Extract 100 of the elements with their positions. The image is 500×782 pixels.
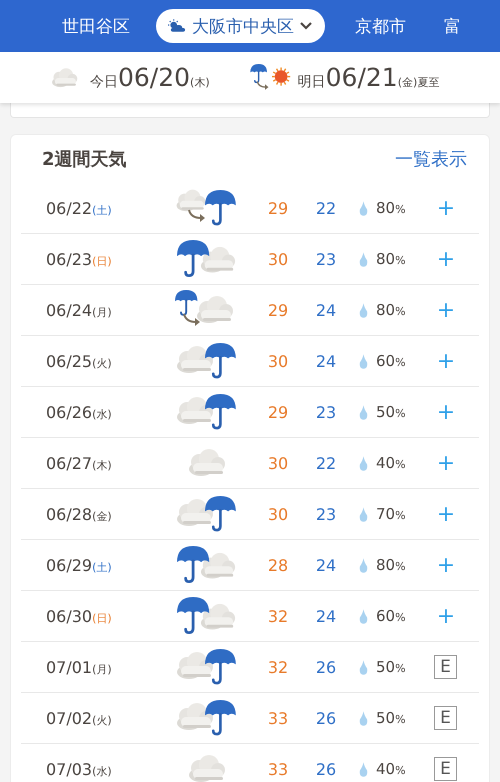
precip-chance: 80% bbox=[376, 250, 407, 268]
raindrop-icon bbox=[359, 302, 368, 318]
weekday-text: (金) bbox=[398, 75, 418, 90]
high-temp: 33 bbox=[266, 760, 290, 778]
low-temp: 23 bbox=[314, 504, 338, 524]
high-temp: 30 bbox=[266, 504, 290, 524]
date-text: 06/28 bbox=[46, 504, 92, 524]
low-temp: 22 bbox=[314, 198, 338, 218]
city-tab[interactable]: 京都市 bbox=[341, 9, 420, 43]
reliability-badge: E bbox=[434, 706, 457, 730]
expand-button[interactable]: + bbox=[434, 247, 458, 271]
cloud-umbrella-icon bbox=[175, 341, 237, 381]
weekday-text: (日) bbox=[92, 254, 112, 268]
day-label: 今日 bbox=[90, 73, 118, 91]
high-temp: 32 bbox=[266, 658, 290, 676]
list-view-link[interactable]: 一覧表示 bbox=[395, 147, 467, 171]
raindrop-icon bbox=[359, 200, 368, 216]
cloud-umbrella-icon bbox=[175, 494, 237, 534]
card-title: 2週間天気 bbox=[42, 148, 127, 171]
date-text: 06/20 bbox=[118, 63, 190, 92]
date-text: 06/21 bbox=[326, 63, 398, 92]
precip-chance: 50% bbox=[376, 709, 407, 727]
cloud-umbrella-icon bbox=[175, 392, 237, 432]
raindrop-icon bbox=[359, 506, 368, 522]
date-text: 06/22 bbox=[46, 198, 92, 218]
weekday-text: (金) bbox=[92, 508, 112, 524]
expand-button[interactable]: + bbox=[434, 502, 458, 526]
expand-button[interactable]: + bbox=[434, 451, 458, 475]
high-temp: 29 bbox=[266, 300, 290, 320]
raindrop-icon bbox=[359, 762, 368, 776]
expand-button[interactable]: + bbox=[434, 349, 458, 373]
low-temp: 24 bbox=[314, 300, 338, 320]
precip-chance: 70% bbox=[376, 505, 407, 523]
precip-chance: 60% bbox=[376, 607, 407, 625]
low-temp: 26 bbox=[314, 708, 338, 728]
low-temp: 24 bbox=[314, 556, 338, 574]
high-temp: 29 bbox=[266, 402, 290, 422]
date-text: 07/01 bbox=[46, 658, 92, 676]
raindrop-icon bbox=[359, 252, 368, 266]
high-temp: 33 bbox=[266, 708, 290, 728]
raindrop-icon bbox=[359, 354, 368, 368]
umbrella-cloud-icon bbox=[175, 239, 237, 279]
expand-button[interactable]: + bbox=[434, 400, 458, 424]
expand-button[interactable]: + bbox=[434, 553, 458, 577]
date-text: 06/23 bbox=[46, 250, 92, 268]
date-text: 06/25 bbox=[46, 352, 92, 370]
high-temp: 32 bbox=[266, 606, 290, 626]
holiday-text: 夏至 bbox=[417, 75, 440, 90]
expand-button[interactable]: + bbox=[434, 604, 458, 628]
raindrop-icon bbox=[359, 608, 368, 624]
date-text: 06/29 bbox=[46, 556, 92, 574]
precip-chance: 40% bbox=[376, 760, 407, 778]
low-temp: 22 bbox=[314, 454, 338, 472]
city-tab[interactable]: 大阪市中央区 bbox=[156, 9, 325, 43]
date-text: 07/02 bbox=[46, 708, 92, 728]
weekday-text: (火) bbox=[92, 712, 112, 728]
cloud-umbrella-icon bbox=[175, 698, 237, 738]
expand-button[interactable]: + bbox=[434, 298, 458, 322]
date-text: 06/30 bbox=[46, 606, 92, 626]
weekday-text: (月) bbox=[92, 662, 112, 676]
chevron-down-icon bbox=[299, 21, 313, 31]
high-temp: 30 bbox=[266, 250, 290, 268]
weekday-text: (火) bbox=[92, 356, 112, 370]
reliability-badge: E bbox=[434, 757, 457, 781]
precip-chance: 50% bbox=[376, 403, 407, 421]
low-temp: 26 bbox=[314, 760, 338, 778]
sun-cloud-icon bbox=[168, 19, 187, 33]
city-tab[interactable]: 世田谷区 bbox=[48, 9, 144, 43]
weekday-text: (水) bbox=[92, 406, 112, 422]
weekday-text: (土) bbox=[92, 202, 112, 218]
city-tab[interactable]: 富 bbox=[430, 9, 475, 43]
weekday-text: (土) bbox=[92, 560, 112, 574]
day-label: 明日 bbox=[298, 73, 326, 91]
expand-button[interactable]: + bbox=[434, 196, 458, 220]
precip-chance: 80% bbox=[376, 199, 407, 217]
weekday-text: (木) bbox=[190, 75, 210, 90]
low-temp: 24 bbox=[314, 606, 338, 626]
cloud-arrow-umbrella-icon bbox=[175, 188, 237, 228]
umbrella-cloud-icon bbox=[175, 545, 237, 585]
weekday-text: (木) bbox=[92, 458, 112, 472]
raindrop-icon bbox=[359, 710, 368, 726]
weekday-text: (水) bbox=[92, 764, 112, 778]
raindrop-icon bbox=[359, 404, 368, 420]
low-temp: 24 bbox=[314, 352, 338, 370]
date-text: 06/24 bbox=[46, 300, 92, 320]
raindrop-icon bbox=[359, 456, 368, 470]
high-temp: 30 bbox=[266, 352, 290, 370]
reliability-badge: E bbox=[434, 655, 457, 679]
raindrop-icon bbox=[359, 660, 368, 674]
low-temp: 26 bbox=[314, 658, 338, 676]
precip-chance: 50% bbox=[376, 658, 407, 676]
date-text: 07/03 bbox=[46, 760, 92, 778]
weekday-text: (日) bbox=[92, 610, 112, 626]
low-temp: 23 bbox=[314, 250, 338, 268]
weekday-text: (月) bbox=[92, 304, 112, 320]
precip-chance: 40% bbox=[376, 454, 407, 472]
precip-chance: 80% bbox=[376, 556, 407, 574]
low-temp: 23 bbox=[314, 402, 338, 422]
high-temp: 30 bbox=[266, 454, 290, 472]
date-text: 06/26 bbox=[46, 402, 92, 422]
